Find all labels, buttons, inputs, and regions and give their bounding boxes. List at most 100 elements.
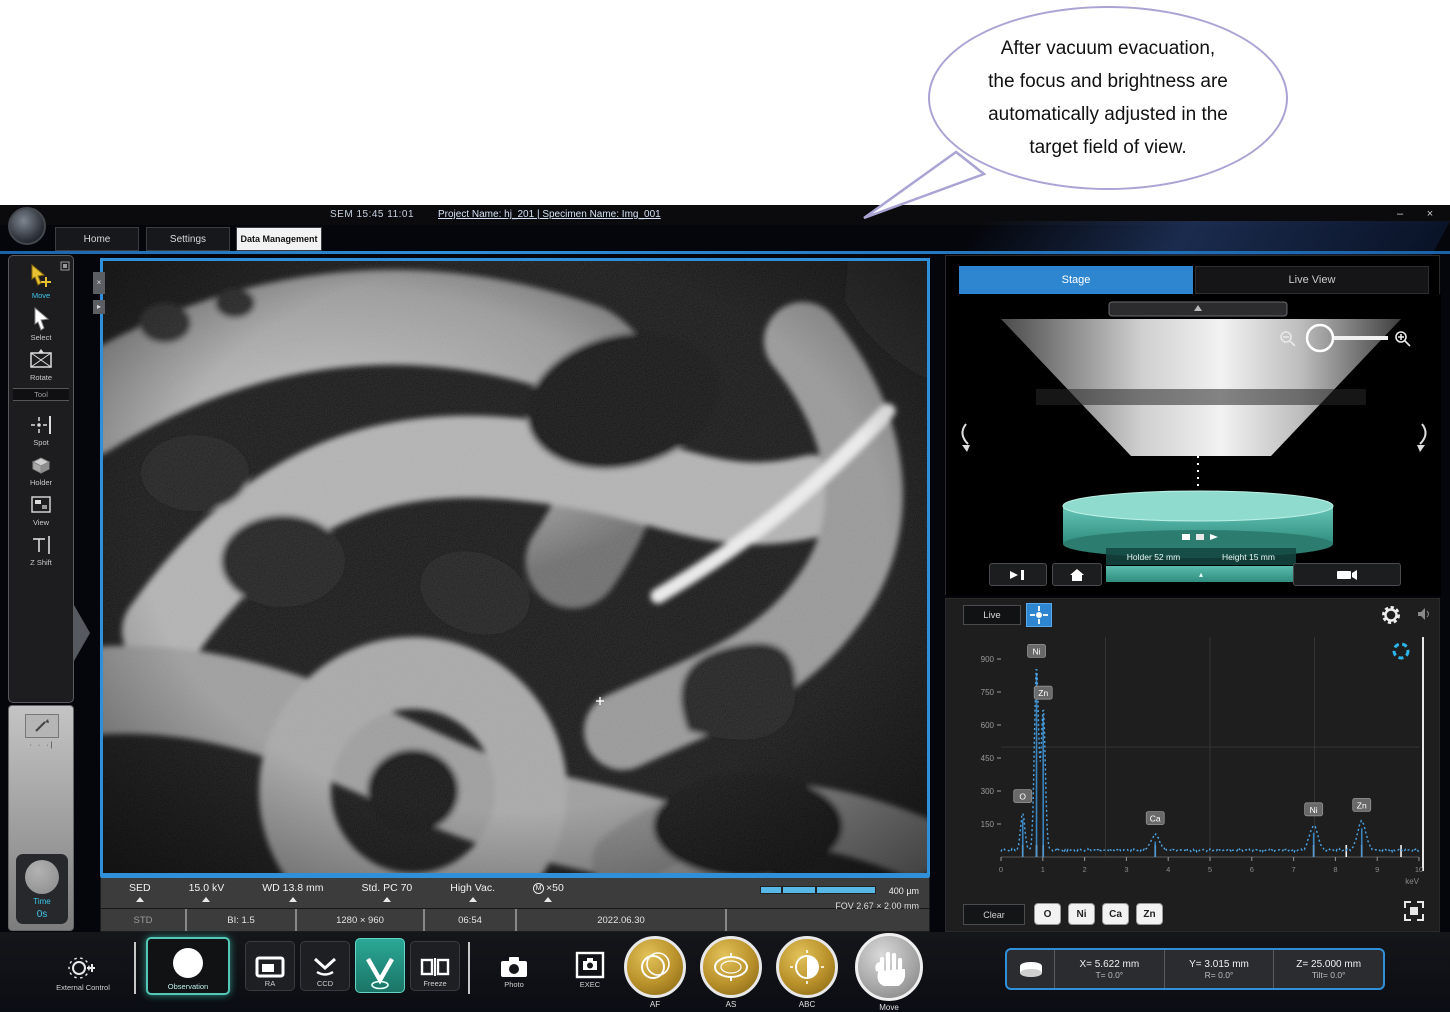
spectrum-clear-button[interactable]: Clear — [963, 904, 1025, 925]
status-cell: 2022.06.30 — [517, 909, 727, 931]
knob-circle[interactable] — [25, 860, 59, 894]
home-position-button[interactable] — [1052, 563, 1102, 586]
sem-micrograph — [103, 261, 927, 873]
expand-icon[interactable] — [1402, 899, 1426, 928]
app-logo[interactable] — [8, 207, 46, 245]
svg-text:Ni: Ni — [1033, 646, 1041, 656]
reduced-area-icon — [255, 956, 285, 978]
eds-spectrum-chart[interactable]: 900750600450300150012345678910keVONiZnCa… — [956, 629, 1431, 895]
tab-home[interactable]: Home — [55, 227, 139, 251]
app-window: SEM 15:45 11:01 Project Name: hj_201 | S… — [0, 205, 1450, 1012]
tool-spot[interactable]: Spot — [9, 407, 73, 447]
auto-focus-icon — [637, 949, 673, 985]
observation-button[interactable]: Observation — [146, 937, 230, 995]
hand-icon — [870, 947, 908, 987]
svg-text:Ca: Ca — [1150, 814, 1161, 824]
reduced-area-button[interactable]: RA — [245, 941, 295, 991]
sem-image-viewport[interactable] — [100, 258, 930, 876]
stage-height-handle[interactable]: ▴ — [1106, 566, 1296, 582]
magnification-dropdown[interactable]: M×50 — [533, 878, 564, 902]
svg-text:3: 3 — [1124, 865, 1128, 874]
z-shift-icon — [29, 534, 53, 556]
exec-button[interactable]: EXEC — [562, 941, 618, 991]
chamber-camera-button[interactable] — [1293, 563, 1401, 586]
move-cursor-icon — [28, 263, 54, 289]
svg-text:0: 0 — [999, 865, 1003, 874]
status-cell: STD — [101, 909, 187, 931]
time-knob[interactable]: Time 0s — [16, 854, 68, 924]
project-name-link[interactable]: Project Name: hj_201 | Specimen Name: Im… — [438, 209, 661, 220]
move-button[interactable] — [855, 933, 923, 1001]
annotate-button[interactable] — [25, 714, 59, 738]
voltage-dropdown[interactable]: 15.0 kV — [189, 878, 225, 902]
exchange-position-button[interactable] — [989, 563, 1047, 586]
tool-view[interactable]: View — [9, 487, 73, 527]
tab-live-view[interactable]: Live View — [1195, 266, 1429, 294]
element-chip-Ni[interactable]: Ni — [1068, 903, 1095, 925]
map-view-icon — [29, 494, 53, 516]
element-chip-Zn[interactable]: Zn — [1136, 903, 1163, 925]
close-button[interactable]: × — [1420, 207, 1440, 222]
dropdown-triangle-icon — [136, 897, 144, 902]
tool-holder[interactable]: Holder — [9, 447, 73, 487]
move-label: Move — [855, 1003, 923, 1012]
camera-icon — [499, 955, 529, 979]
coord-y: Y= 3.015 mm R= 0.0° — [1165, 950, 1275, 988]
dropdown-triangle-icon — [469, 897, 477, 902]
dropdown-triangle-icon — [383, 897, 391, 902]
callout-line: automatically adjusted in the — [988, 98, 1228, 131]
detector-dropdown[interactable]: SED — [129, 878, 151, 902]
element-chip-O[interactable]: O — [1034, 903, 1061, 925]
status-cell: 06:54 — [425, 909, 517, 931]
probe-current-dropdown[interactable]: Std. PC 70 — [361, 878, 412, 902]
page: After vacuum evacuation, the focus and b… — [0, 0, 1450, 1012]
spectrum-live-button[interactable]: Live — [963, 605, 1021, 625]
freeze-button[interactable]: Freeze — [410, 941, 460, 991]
element-select-button[interactable] — [1026, 603, 1052, 627]
speaker-icon[interactable] — [1417, 607, 1431, 626]
vacuum-button[interactable] — [355, 938, 405, 993]
vacuum-icon — [364, 956, 396, 990]
ccd-button[interactable]: CCD — [300, 941, 350, 991]
dropdown-triangle-icon — [544, 897, 552, 902]
callout-line: After vacuum evacuation, — [1001, 32, 1215, 65]
stage-coordinates[interactable]: X= 5.622 mm T= 0.0° Y= 3.015 mm R= 0.0° … — [1005, 948, 1385, 990]
tab-stage[interactable]: Stage — [959, 266, 1193, 294]
auto-brightness-button[interactable] — [776, 936, 838, 998]
tool-z-shift[interactable]: Z Shift — [9, 527, 73, 567]
tab-data-management[interactable]: Data Management — [236, 227, 322, 251]
tool-select[interactable]: Select — [9, 300, 73, 342]
minimize-button[interactable]: – — [1390, 207, 1410, 222]
pin-icon[interactable] — [60, 258, 70, 276]
element-chip-Ca[interactable]: Ca — [1102, 903, 1129, 925]
callout-line: target field of view. — [1029, 131, 1186, 164]
external-control-icon — [68, 956, 98, 982]
auto-stigma-label: AS — [700, 1000, 762, 1009]
working-distance-dropdown[interactable]: WD 13.8 mm — [262, 878, 323, 902]
callout-bubble: After vacuum evacuation, the focus and b… — [928, 6, 1288, 190]
coord-x: X= 5.622 mm T= 0.0° — [1055, 950, 1165, 988]
external-control-button[interactable]: External Control — [35, 940, 131, 994]
console-panel: · · ·| Time 0s — [8, 705, 74, 931]
tool-rotate[interactable]: Rotate — [9, 342, 73, 382]
console-indicator: · · ·| — [9, 742, 75, 749]
svg-text:900: 900 — [981, 655, 995, 664]
fov-label: FOV 2.67 × 2.00 mm — [689, 901, 919, 911]
select-cursor-icon — [30, 307, 52, 331]
auto-stigma-button[interactable] — [700, 936, 762, 998]
toolbar-divider — [134, 942, 136, 994]
image-scroll-handle[interactable]: ▸ — [93, 300, 105, 314]
photo-button[interactable]: Photo — [483, 941, 545, 991]
settings-button[interactable] — [1380, 604, 1402, 631]
refresh-icon[interactable] — [1391, 641, 1411, 666]
auto-focus-button[interactable] — [624, 936, 686, 998]
status-cell: BI: 1.5 — [187, 909, 297, 931]
tab-settings[interactable]: Settings — [146, 227, 230, 251]
header-sweep — [962, 221, 1450, 255]
chevron-down-icon — [311, 956, 339, 978]
stage-icon — [1007, 950, 1055, 988]
scale-readout: 400 µm FOV 2.67 × 2.00 mm — [689, 881, 919, 911]
auto-focus-label: AF — [624, 1000, 686, 1009]
image-close-box[interactable]: × — [93, 272, 105, 294]
vacuum-mode-dropdown[interactable]: High Vac. — [450, 878, 495, 902]
